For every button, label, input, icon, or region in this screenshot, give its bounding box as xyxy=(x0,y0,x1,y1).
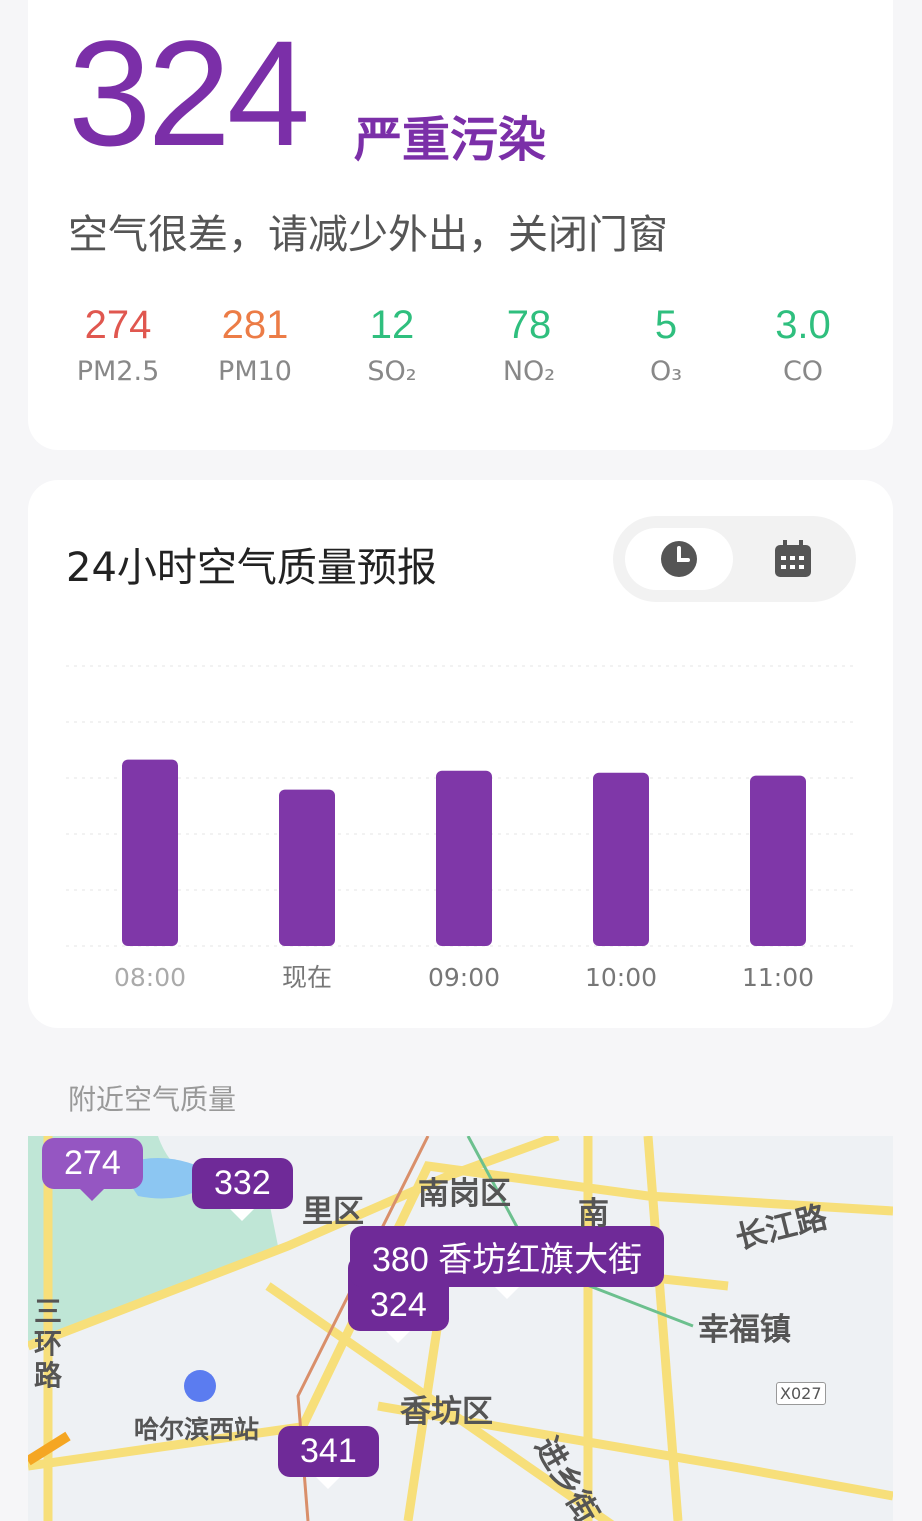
forecast-card: 24小时空气质量预报 08:00 现在 09:00 10:00 11:00 xyxy=(28,480,893,1028)
pollutant-name: CO xyxy=(782,356,824,387)
pollutant-value: 78 xyxy=(506,303,552,347)
map-label: 哈尔滨西站 xyxy=(134,1415,260,1444)
pollutant-2: 12 SO₂ xyxy=(332,300,452,387)
pollutant-3: 78 NO₂ xyxy=(469,300,589,387)
pollutant-1: 281 PM10 xyxy=(195,300,315,387)
pollutant-value: 5 xyxy=(654,303,678,347)
bar-现在[interactable] xyxy=(279,789,335,946)
pollutant-value: 12 xyxy=(369,303,415,347)
x-tick-label: 09:00 xyxy=(428,963,500,992)
map-label: 香坊区 xyxy=(400,1394,493,1430)
pollutant-name: SO₂ xyxy=(367,356,417,387)
pollutant-name: O₃ xyxy=(649,356,683,387)
nearby-map[interactable]: 274 332 324 380 香坊红旗大街 341 南岗区 里区 南 长江路 … xyxy=(28,1136,893,1521)
pollutant-5: 3.0 CO xyxy=(743,300,863,387)
pollutant-4: 5 O₃ xyxy=(606,300,726,387)
map-marker[interactable]: 332 xyxy=(192,1158,293,1221)
current-aqi-card: 324 严重污染 空气很差，请减少外出，关闭门窗 274 PM2.5 281 PM10… xyxy=(28,0,893,450)
map-marker[interactable]: 341 xyxy=(278,1426,379,1489)
bar-09:00[interactable] xyxy=(436,770,492,946)
road-sign: X027 xyxy=(776,1382,826,1405)
forecast-chart: 08:00 现在 09:00 10:00 11:00 xyxy=(66,665,856,992)
nearby-title: 附近空气质量 xyxy=(68,1083,237,1116)
map-label: 南岗区 xyxy=(418,1176,511,1212)
x-tick-label: 08:00 xyxy=(114,963,186,992)
map-label: 里区 xyxy=(302,1194,364,1230)
health-advice: 空气很差，请减少外出，关闭门窗 xyxy=(68,212,668,258)
pollutant-name: NO₂ xyxy=(502,356,556,387)
map-label: 南 xyxy=(578,1196,609,1232)
bar-10:00[interactable] xyxy=(593,772,649,946)
map-label: 三环路 xyxy=(34,1295,63,1392)
aqi-value: 324 xyxy=(68,9,310,177)
pollutant-name: PM10 xyxy=(218,356,292,387)
pollutant-name: PM2.5 xyxy=(76,356,160,387)
map-marker[interactable]: 274 xyxy=(42,1138,143,1201)
x-tick-label: 10:00 xyxy=(585,963,657,992)
x-tick-label: 现在 xyxy=(282,963,332,992)
pollutant-0: 274 PM2.5 xyxy=(58,300,178,387)
bar-08:00[interactable] xyxy=(122,759,178,946)
map-marker-selected[interactable]: 380 香坊红旗大街 xyxy=(350,1226,665,1299)
pollutant-value: 281 xyxy=(221,303,289,347)
pollutant-value: 274 xyxy=(84,303,152,347)
bar-11:00[interactable] xyxy=(750,775,806,946)
x-tick-label: 11:00 xyxy=(742,963,814,992)
map-label: 幸福镇 xyxy=(698,1312,791,1348)
aqi-level: 严重污染 xyxy=(354,112,547,168)
pollutant-value: 3.0 xyxy=(775,303,831,347)
